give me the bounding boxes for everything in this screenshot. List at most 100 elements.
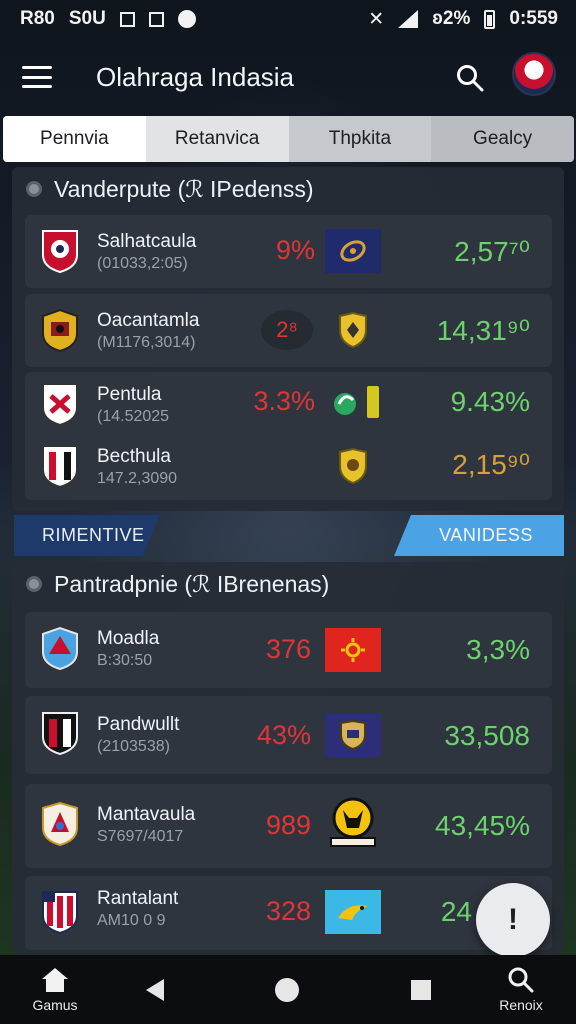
percent-change: 376 [265,634,311,664]
team-crest-icon [41,626,79,671]
team-name: Moadla [97,628,160,649]
section-header: Vanderpute (ℛ IPedenss) [12,167,564,211]
search-icon[interactable] [456,64,484,92]
team-sub: (14.52025 [97,408,170,425]
team-crest-icon [41,444,79,489]
search-icon [508,967,534,992]
team-crest-icon [41,229,79,274]
battery-text: ʚ2% [432,8,471,29]
app-title: Olahraga Indasia [96,61,295,92]
status-text-1: R80 [20,8,55,29]
list-item[interactable]: Pandwullt (2103538) 43% 33,508 [25,696,552,774]
section-vanderpute: Vanderpute (ℛ IPedenss) Salhatcaula (010… [12,167,564,511]
shield-icon [325,308,381,352]
team-crest-icon [41,711,79,756]
notification-n-icon [119,11,135,27]
app-bar: Olahraga Indasia [0,42,576,112]
clock: 0:559 [509,8,558,29]
team-name: Rantalant [97,888,179,909]
odds-value: 14,31⁹⁰ [436,315,530,346]
percent-change: 3.3% [253,386,315,416]
bottom-navigation: Gamus Renoix [0,955,576,1024]
sun-icon [325,628,381,672]
globe-icon [325,229,381,273]
status-text-2: S0U [68,8,106,29]
tab-thpkita[interactable]: Thpkita [288,116,432,162]
nav-back[interactable] [130,955,180,1024]
menu-icon[interactable] [22,66,52,88]
nav-home[interactable]: Gamus [20,955,90,1024]
category-banner: RIMENTIVE VANIDESS [14,515,564,556]
nav-recents[interactable] [396,955,446,1024]
team-name: Pandwullt [97,714,180,735]
tab-gealcy[interactable]: Gealcy [431,116,574,162]
odds-value: 3,3% [466,634,530,665]
team-sub: AM10 0 9 [97,912,166,929]
odds-value: 9.43% [450,386,530,417]
section-header: Pantradpnie (ℛ IBrenenas) [12,562,564,606]
nfc-icon: ✕ [368,8,385,30]
team-sub: (01033,2:05) [97,255,188,272]
team-crest-icon [41,382,79,427]
nav-home-label: Gamus [32,996,78,1013]
status-left: R80 S0U [20,8,196,30]
team-crest-icon [41,890,79,935]
tab-bar: Pennvia Retanvica Thpkita Gealcy [3,116,574,162]
team-name: Mantavaula [97,804,196,825]
square-icon [411,979,431,1000]
badge-icon [325,713,381,757]
list-item[interactable]: Mantavaula S7697/4017 989 43,45% [25,784,552,868]
team-name: Pentula [97,384,162,405]
tab-retanvica[interactable]: Retanvica [145,116,289,162]
odds-value: 43,45% [435,810,530,841]
nav-home-circle[interactable] [262,955,312,1024]
percent-change: 43% [256,720,311,750]
odds-value: 24 [440,896,472,927]
team-sub: S7697/4017 [97,828,184,845]
team-sub: 147.2,3090 [97,470,178,487]
team-name: Becthula [97,446,171,467]
signal-icon [398,10,419,28]
section-title: Vanderpute (ℛ IPedenss) [54,175,314,202]
banner-left-button[interactable]: RIMENTIVE [14,515,160,556]
list-item[interactable]: Salhatcaula (01033,2:05) 9% 2,57⁷⁰ [25,215,552,288]
home-icon [42,967,68,992]
list-item[interactable]: Oacantamla (M1176,3014) 2⁸ 14,31⁹⁰ [25,294,552,367]
back-icon [146,978,164,1001]
list-item[interactable]: Rantalant AM10 0 9 328 24 [25,876,552,950]
bird-icon [325,890,381,934]
odds-value: 2,57⁷⁰ [454,236,530,267]
percent-change: 328 [265,896,311,926]
status-bar: R80 S0U ✕ ʚ2% 0:559 [0,0,576,38]
team-name: Salhatcaula [97,231,197,252]
floating-action-button[interactable]: ! [476,883,550,957]
team-sub: B:30:50 [97,652,153,669]
team-sub: (M1176,3014) [97,334,196,351]
tab-pennvia[interactable]: Pennvia [3,116,146,162]
percent-badge: 2⁸ [261,310,313,350]
section-dot-icon [26,576,42,592]
list-group: Pentula (14.52025 3.3% 9.43% Becthula 14… [25,372,552,500]
crest-icon [325,444,381,488]
odds-value: 2,15⁹⁰ [452,449,530,480]
status-right: ✕ ʚ2% 0:559 [368,8,558,31]
section-title: Pantradpnie (ℛ IBrenenas) [54,570,330,597]
compass-icon [177,10,196,28]
percent-change: 989 [265,810,311,840]
team-crest-icon [41,801,79,847]
team-name: Oacantamla [97,310,200,331]
bull-icon [325,797,381,847]
section-pantradpnie: Pantradpnie (ℛ IBrenenas) Moadla B:30:50… [12,562,564,954]
percent-change: 9% [275,235,315,265]
avatar[interactable] [512,52,556,96]
circle-icon [275,977,299,1002]
banner-right-button[interactable]: VANIDESS [394,515,564,556]
team-crest-icon [41,308,79,353]
nav-search[interactable]: Renoix [486,955,556,1024]
list-item[interactable]: Moadla B:30:50 376 3,3% [25,612,552,688]
team-sub: (2103538) [97,738,170,755]
odds-value: 33,508 [444,720,530,751]
battery-icon [484,9,496,29]
notification-square-icon [148,11,164,27]
nav-search-label: Renoix [499,996,543,1013]
